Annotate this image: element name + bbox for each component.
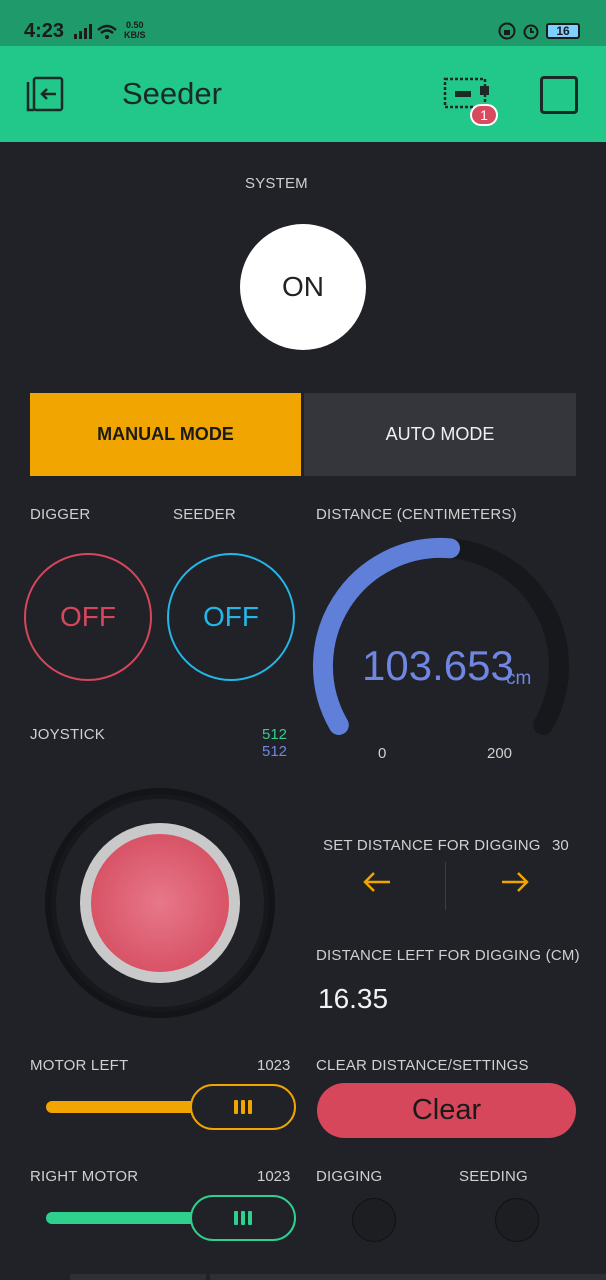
gauge-value: 103.653 xyxy=(362,642,514,689)
page-title: Seeder xyxy=(122,76,222,111)
seeder-label: SEEDER xyxy=(173,506,236,523)
gauge-max: 200 xyxy=(487,745,512,762)
distance-left-value: 16.35 xyxy=(318,983,389,1014)
arrow-right-icon[interactable] xyxy=(500,870,530,894)
battery-indicator: 16 xyxy=(546,23,580,39)
distance-gauge-label: DISTANCE (CENTIMETERS) xyxy=(316,506,517,523)
motor-left-slider-handle[interactable] xyxy=(190,1084,296,1130)
manual-mode-button[interactable]: MANUAL MODE xyxy=(30,393,301,476)
stop-button[interactable] xyxy=(540,76,578,114)
exit-icon[interactable] xyxy=(26,74,68,114)
joystick-y-value: 512 xyxy=(262,743,288,760)
system-label: SYSTEM xyxy=(245,175,308,192)
gauge-unit: cm xyxy=(506,668,531,689)
gauge-min: 0 xyxy=(378,745,386,762)
right-motor-slider-track[interactable] xyxy=(46,1212,196,1224)
digging-label: DIGGING xyxy=(316,1168,383,1185)
digging-led xyxy=(352,1198,396,1242)
clear-label: CLEAR DISTANCE/SETTINGS xyxy=(316,1057,529,1074)
right-motor-label: RIGHT MOTOR xyxy=(30,1168,139,1185)
arrow-left-icon[interactable] xyxy=(362,870,392,894)
gauge-fill xyxy=(312,537,460,735)
seeder-toggle-button[interactable]: OFF xyxy=(167,553,295,681)
digger-label: DIGGER xyxy=(30,506,91,523)
seeding-led xyxy=(495,1198,539,1242)
bottom-widget-edge xyxy=(210,1274,606,1280)
distance-gauge: 103.653 cm 0 200 xyxy=(312,537,569,762)
set-distance-label: SET DISTANCE FOR DIGGING xyxy=(323,837,541,854)
motor-left-label: MOTOR LEFT xyxy=(30,1057,129,1074)
set-distance-value: 30 xyxy=(552,837,569,854)
alarm-icon xyxy=(523,24,539,40)
seeding-label: SEEDING xyxy=(459,1168,528,1185)
motor-left-value: 1023 xyxy=(257,1057,291,1074)
signal-wifi-icon xyxy=(74,24,117,39)
distance-left-label: DISTANCE LEFT FOR DIGGING (CM) xyxy=(316,947,580,964)
notification-badge: 1 xyxy=(470,104,498,126)
network-speed: 0.50 KB/S xyxy=(124,20,146,40)
app-bar: Seeder 1 xyxy=(0,46,606,142)
clear-button[interactable]: Clear xyxy=(317,1083,576,1138)
digger-toggle-button[interactable]: OFF xyxy=(24,553,152,681)
joystick-pad[interactable] xyxy=(40,785,280,1025)
joystick-x-value: 512 xyxy=(262,726,288,743)
right-motor-slider-handle[interactable] xyxy=(190,1195,296,1241)
stepper-divider xyxy=(445,862,446,910)
bottom-widget-edge xyxy=(70,1274,206,1280)
joystick-label: JOYSTICK xyxy=(30,726,105,743)
lock-rotation-icon xyxy=(498,22,516,40)
status-bar: 4:23 0.50 KB/S 16 xyxy=(0,0,606,46)
system-power-button[interactable]: ON xyxy=(240,224,366,350)
auto-mode-button[interactable]: AUTO MODE xyxy=(304,393,576,476)
right-motor-value: 1023 xyxy=(257,1168,291,1185)
motor-left-slider-track[interactable] xyxy=(46,1101,196,1113)
status-time: 4:23 xyxy=(24,20,65,42)
